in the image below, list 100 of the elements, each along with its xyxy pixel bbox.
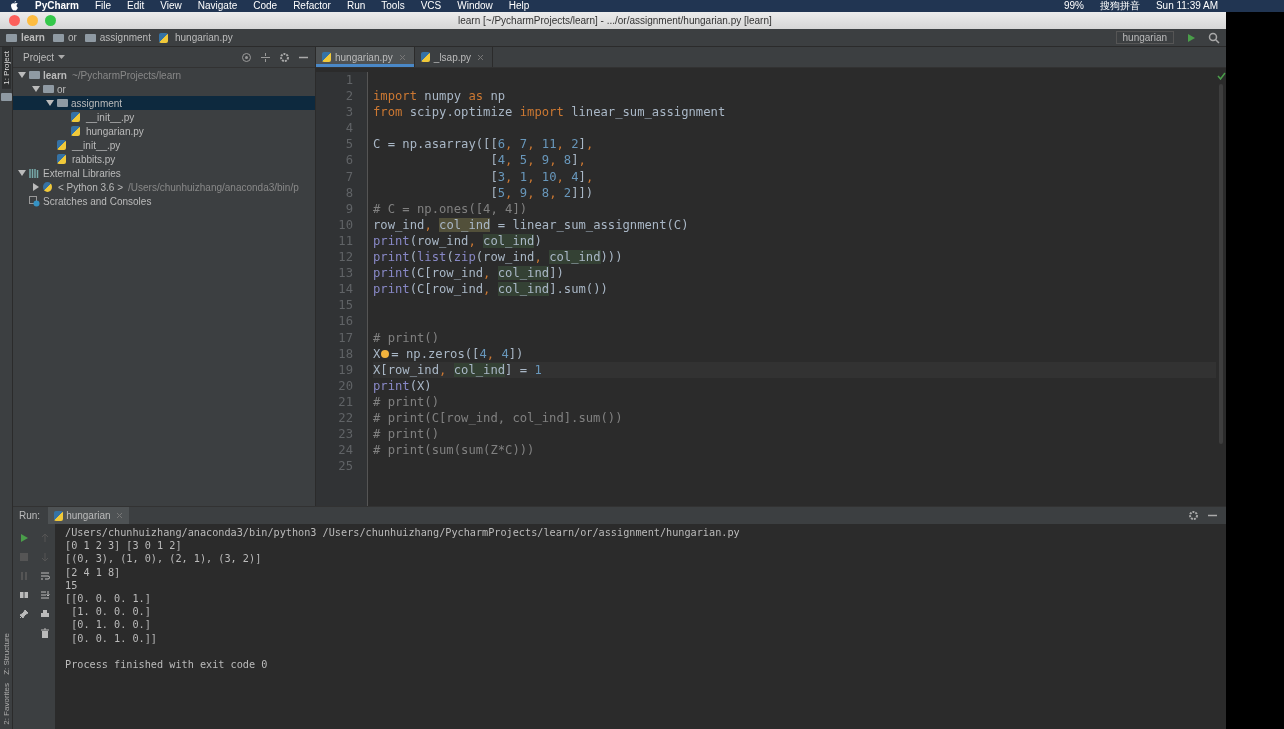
settings-icon[interactable] <box>279 51 290 63</box>
folder-icon <box>6 33 17 42</box>
console-line: [(0, 3), (1, 0), (2, 1), (3, 2)] <box>65 553 262 565</box>
breadcrumb[interactable]: or <box>67 32 77 43</box>
folder-icon <box>0 92 12 101</box>
favorites-tool-tab[interactable]: 2: Favorites <box>1 679 11 729</box>
structure-tool-tab[interactable]: Z: Structure <box>1 629 11 680</box>
locate-icon[interactable] <box>241 51 252 63</box>
console-line: Process finished with exit code 0 <box>65 658 268 670</box>
code-line: # print() <box>373 427 440 442</box>
python-file-icon <box>322 52 331 62</box>
lightbulb-icon[interactable] <box>381 349 390 358</box>
console-line: [0 1 2 3] [3 0 1 2] <box>65 540 182 552</box>
expand-arrow-icon[interactable] <box>17 169 26 177</box>
menu-item[interactable]: Window <box>457 0 493 12</box>
menu-item[interactable]: View <box>160 0 182 12</box>
check-icon <box>1216 72 1226 80</box>
menu-clock[interactable]: Sun 11:39 AM <box>1155 0 1218 12</box>
folder-icon <box>52 33 64 42</box>
code-line: # print(C[row_ind, col_ind].sum()) <box>373 410 623 425</box>
console-line: [0. 0. 1. 0.]] <box>70 632 157 644</box>
tree-item[interactable]: rabbits.py <box>13 152 315 166</box>
tree-item[interactable]: Scratches and Consoles <box>13 194 315 208</box>
python-icon <box>54 510 64 521</box>
layout-icon[interactable] <box>18 589 29 600</box>
folder-icon <box>57 99 68 107</box>
settings-icon[interactable] <box>1188 510 1199 521</box>
folder-icon <box>43 85 54 93</box>
expand-arrow-icon[interactable] <box>45 99 54 107</box>
menu-item[interactable]: Help <box>508 0 530 12</box>
folder-icon <box>29 71 40 79</box>
code-line: [4, 5, 9, 8], <box>489 153 586 168</box>
tree-item[interactable]: learn ~/PycharmProjects/learn <box>13 68 315 82</box>
menu-item[interactable]: Refactor <box>293 0 331 12</box>
console-line: [1. 0. 0. 0.] <box>70 606 151 618</box>
run-icon[interactable] <box>1186 32 1196 43</box>
apple-icon[interactable] <box>10 1 19 11</box>
menu-item[interactable]: Code <box>253 0 278 12</box>
code-line: # print() <box>373 394 440 409</box>
tree-item[interactable]: hungarian.py <box>13 124 315 138</box>
code-line: # print(sum(sum(Z*C))) <box>373 443 535 458</box>
console-line: [2 4 1 8] <box>65 566 121 578</box>
close-icon[interactable] <box>477 53 485 61</box>
wrap-icon[interactable] <box>39 570 50 581</box>
console-line: [[0. 0. 0. 1.] <box>65 592 151 604</box>
search-icon[interactable] <box>1208 31 1220 44</box>
close-button[interactable] <box>9 15 20 26</box>
rerun-icon[interactable] <box>18 532 29 543</box>
folder-icon <box>84 33 96 42</box>
breadcrumb[interactable]: learn <box>21 32 45 43</box>
tree-item[interactable]: External Libraries <box>13 166 315 180</box>
code-line: row_ind, col_ind = linear_sum_assignment(C) <box>373 217 689 232</box>
code-line: from scipy.optimize import linear_sum_assignment <box>373 105 726 120</box>
tree-item[interactable]: < Python 3.6 > /Users/chunhuizhang/anaconda3/bin/p <box>13 180 315 194</box>
menu-item[interactable]: Navigate <box>197 0 238 12</box>
code-line: print(list(zip(row_ind, col_ind))) <box>373 250 623 265</box>
project-tool-tab[interactable]: 1: Project <box>1 47 11 89</box>
run-label: Run: <box>19 510 41 521</box>
breadcrumb[interactable]: hungarian.py <box>174 32 233 43</box>
run-tab[interactable]: hungarian <box>48 507 129 524</box>
project-view-selector[interactable]: Project <box>23 51 55 63</box>
menu-item[interactable]: Edit <box>127 0 145 12</box>
code-line: # C = np.ones([4, 4]) <box>373 201 528 216</box>
collapse-icon[interactable] <box>260 51 271 63</box>
print-icon[interactable] <box>39 608 50 619</box>
tree-item[interactable]: or <box>13 82 315 96</box>
code-line: print(row_ind, col_ind) <box>373 233 542 248</box>
code-line: [3, 1, 10, 4], <box>489 169 594 184</box>
input-method[interactable]: 搜狗拼音 <box>1099 0 1140 12</box>
menu-app-name[interactable]: PyCharm <box>35 0 79 12</box>
code-line: X[row_ind, col_ind] = 1 <box>373 362 542 377</box>
code-line: # print() <box>373 330 440 345</box>
scratch-icon <box>29 195 40 207</box>
expand-arrow-icon[interactable] <box>17 71 26 79</box>
caret-icon[interactable] <box>58 54 66 60</box>
battery-percent: 99% <box>1063 0 1084 12</box>
trash-icon[interactable] <box>39 627 50 638</box>
library-icon <box>29 168 40 178</box>
window-title: learn [~/PycharmProjects/learn] - .../or/assignment/hungarian.py [learn] <box>458 15 772 26</box>
expand-arrow-icon[interactable] <box>31 183 40 191</box>
menu-item[interactable]: VCS <box>420 0 442 12</box>
menu-item[interactable]: File <box>94 0 112 12</box>
run-configuration-selector[interactable]: hungarian <box>1115 31 1174 44</box>
tree-item[interactable]: __init__.py <box>13 138 315 152</box>
code-line: C = np.asarray([[6, 7, 11, 2], <box>373 137 594 152</box>
tree-item[interactable]: __init__.py <box>13 110 315 124</box>
tree-item[interactable]: assignment <box>13 96 315 110</box>
code-line: print(C[row_ind, col_ind].sum()) <box>373 282 608 297</box>
editor-tab[interactable]: _lsap.py <box>414 47 494 67</box>
editor-tab[interactable]: hungarian.py <box>316 47 415 67</box>
scroll-to-end-icon[interactable] <box>39 589 50 600</box>
menu-item[interactable]: Run <box>346 0 366 12</box>
breadcrumb[interactable]: assignment <box>99 32 151 43</box>
code-line: print(X) <box>373 378 432 393</box>
expand-arrow-icon[interactable] <box>31 85 40 93</box>
python-file-icon <box>158 32 168 43</box>
console-line: /Users/chunhuizhang/anaconda3/bin/python3 /Users/chunhuizhang/PycharmProjects/learn/or/assignment/hungarian.py <box>65 527 740 538</box>
console-line: [0. 1. 0. 0.] <box>70 619 151 631</box>
menu-item[interactable]: Tools <box>381 0 405 12</box>
pin-icon[interactable] <box>18 608 29 619</box>
